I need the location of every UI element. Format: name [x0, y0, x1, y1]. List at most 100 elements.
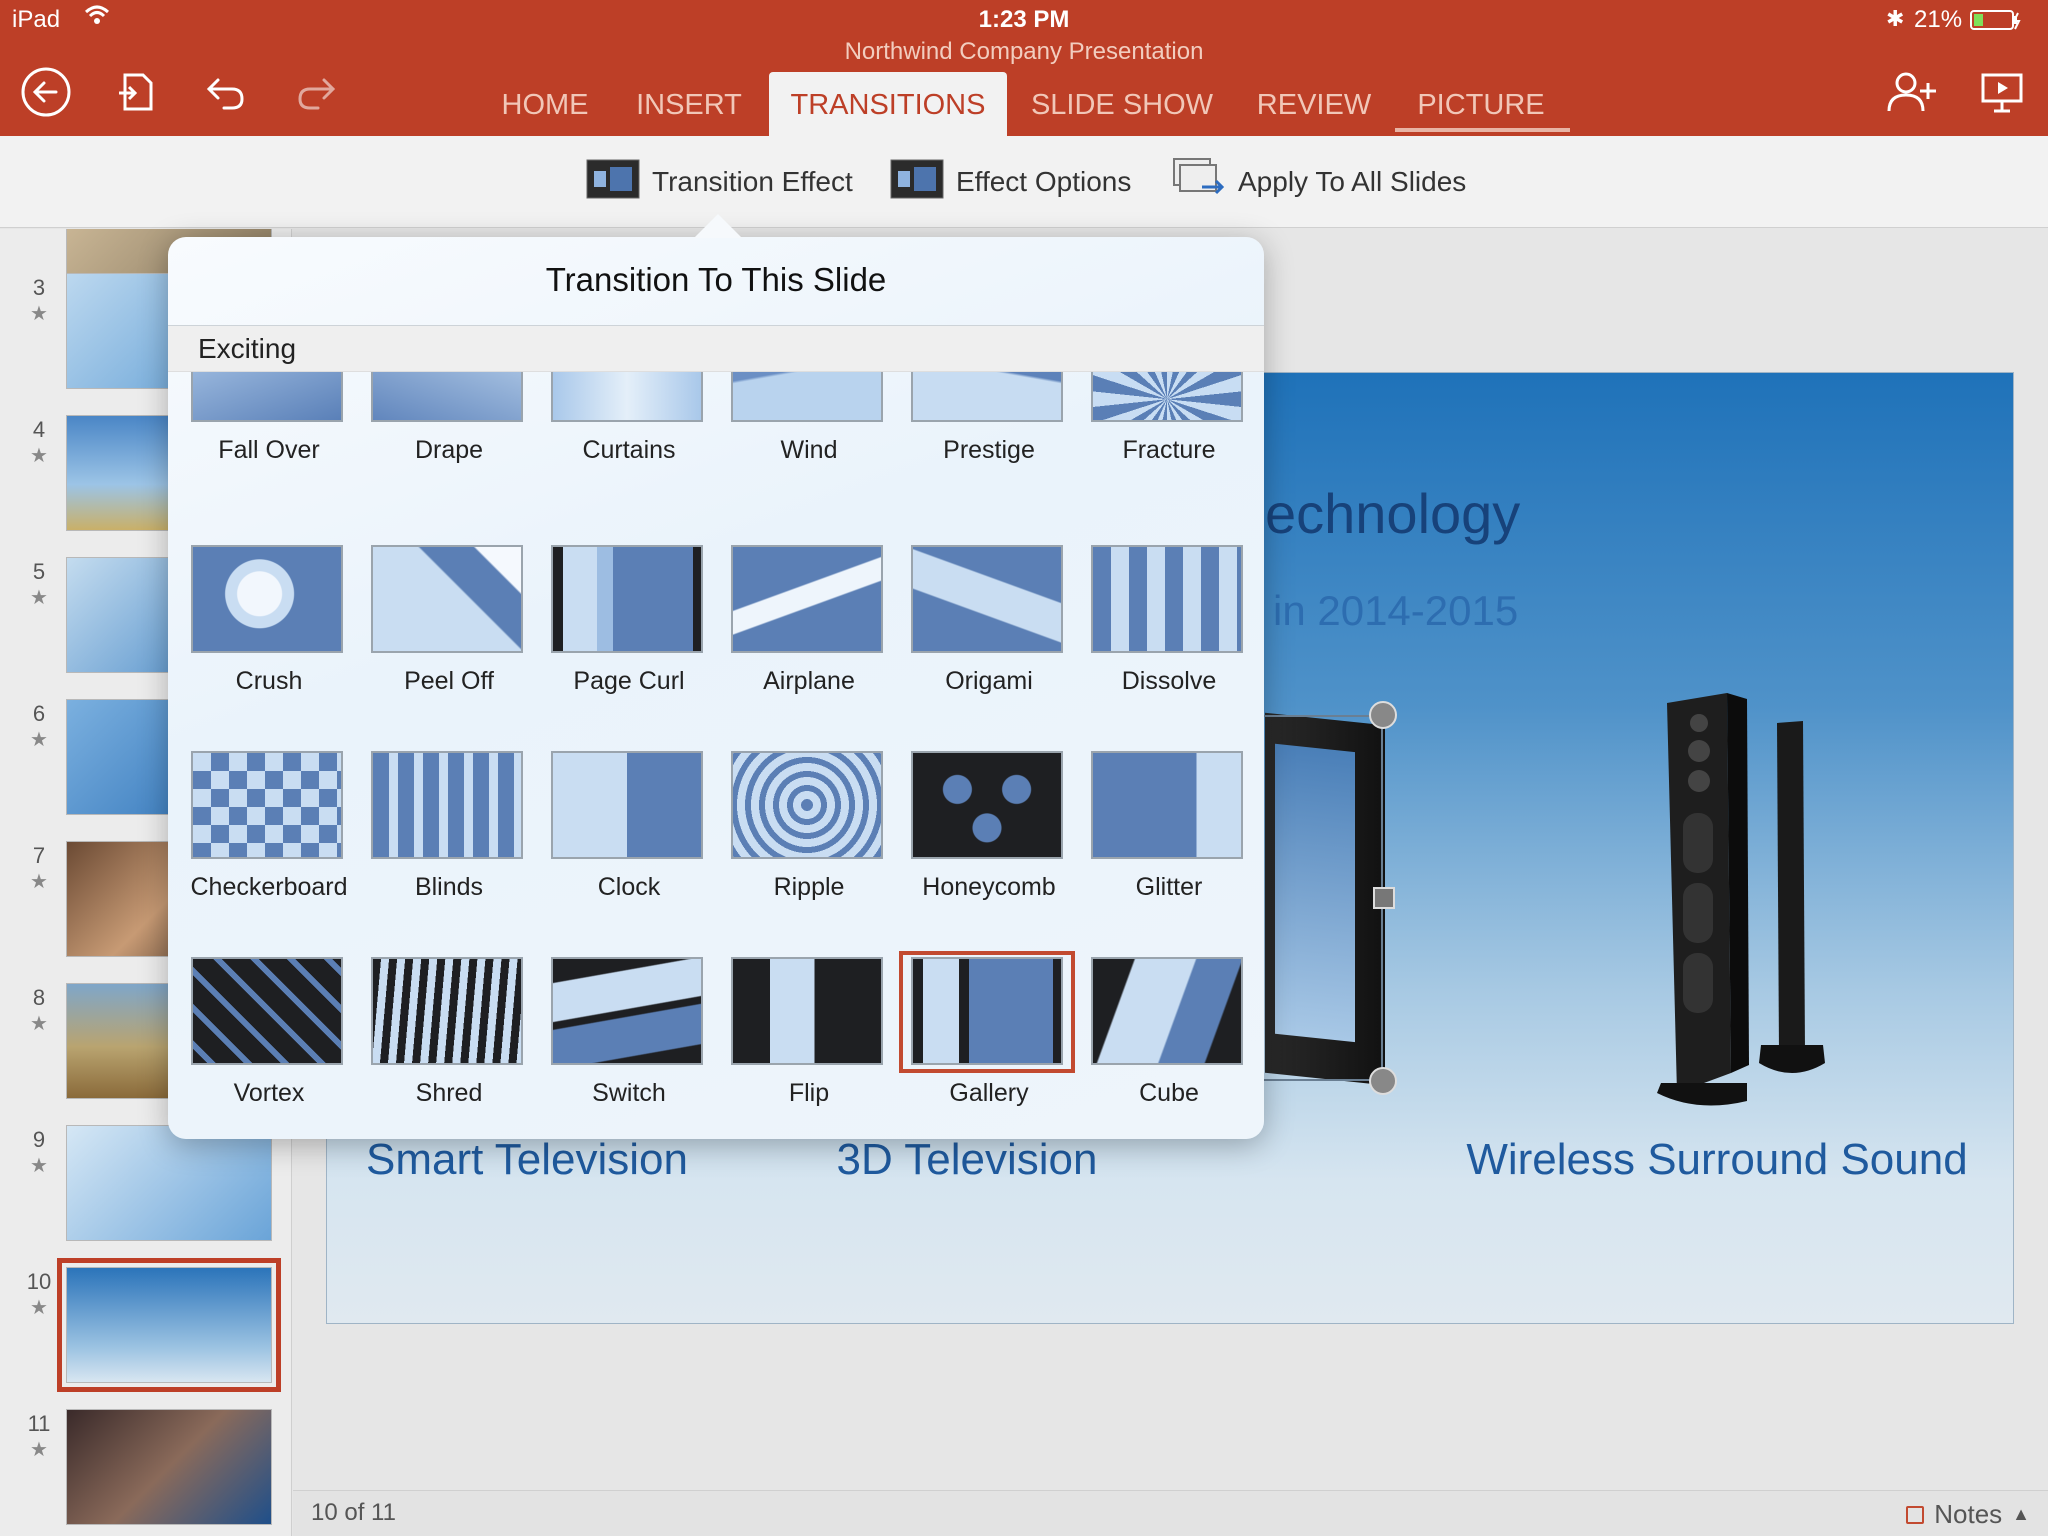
- transition-effect-button[interactable]: Transition Effect: [586, 158, 853, 206]
- redo-icon: [298, 78, 336, 110]
- apply-to-all-button[interactable]: Apply To All Slides: [1172, 157, 1467, 208]
- transition-label: Peel Off: [404, 667, 494, 695]
- product-label-3d-tv[interactable]: 3D Television: [767, 1135, 1167, 1185]
- transition-label: Page Curl: [573, 667, 685, 695]
- transition-label: Airplane: [763, 667, 855, 695]
- product-label-smart-tv[interactable]: Smart Television: [357, 1135, 697, 1185]
- shred-preview: [371, 957, 523, 1065]
- section-header: Exciting: [168, 326, 1264, 372]
- notes-label: Notes: [1934, 1499, 2003, 1529]
- slide-thumbnail-10[interactable]: [57, 1258, 281, 1392]
- status-footer: 10 of 11 Notes ▲: [293, 1490, 2048, 1536]
- peel-off-preview: [371, 545, 523, 653]
- slide-number: 6: [32, 701, 46, 726]
- transition-effect-icon: [586, 159, 640, 206]
- transition-label: Origami: [945, 667, 1033, 695]
- transition-star-icon: ★: [30, 445, 48, 467]
- product-label-surround-sound[interactable]: Wireless Surround Sound: [1457, 1135, 1977, 1185]
- flip-preview: [731, 957, 883, 1065]
- share-button[interactable]: [1884, 64, 1940, 120]
- drape-preview: [371, 372, 523, 422]
- resize-handle[interactable]: [1369, 1067, 1397, 1095]
- transition-star-icon: ★: [30, 729, 48, 751]
- transition-label: Vortex: [233, 1079, 305, 1107]
- transition-label: Drape: [414, 436, 484, 464]
- transition-label: Crush: [235, 667, 303, 695]
- slide-thumbnail-9[interactable]: [66, 1125, 272, 1241]
- resize-handle[interactable]: [1373, 887, 1395, 909]
- redo-button[interactable]: [288, 64, 344, 120]
- caret-up-icon: ▲: [2012, 1504, 2030, 1524]
- transition-label: Honeycomb: [922, 873, 1056, 901]
- status-time: 1:23 PM: [978, 6, 1070, 33]
- transition-label: Prestige: [943, 436, 1035, 464]
- transition-star-icon: ★: [30, 871, 48, 893]
- slide-number: 3: [32, 275, 46, 300]
- slide-number: 7: [32, 843, 46, 868]
- undo-button[interactable]: [198, 64, 254, 120]
- slide-thumbnail-11[interactable]: [66, 1409, 272, 1525]
- back-button[interactable]: [18, 64, 74, 120]
- clock-preview: [551, 751, 703, 859]
- tab-review[interactable]: REVIEW: [1252, 72, 1376, 136]
- curtains-preview: [551, 372, 703, 422]
- transitions-ribbon: Transition Effect Effect Options Apply T…: [0, 136, 2048, 228]
- picture-tab-indicator: [1395, 128, 1570, 132]
- slide-counter: 10 of 11: [311, 1499, 396, 1526]
- popover-arrow: [694, 214, 742, 238]
- transition-effect-label: Transition Effect: [652, 166, 853, 197]
- tab-insert[interactable]: INSERT: [628, 72, 750, 136]
- transition-label: Fracture: [1122, 436, 1216, 464]
- notes-button[interactable]: Notes ▲: [1906, 1499, 2030, 1530]
- app-header: iPad 1:23 PM ✱ 21% Northwind Company Pre…: [0, 0, 2048, 136]
- bluetooth-icon: ✱: [1886, 6, 1905, 31]
- transition-label: Clock: [597, 873, 661, 901]
- add-person-icon: [1887, 72, 1936, 112]
- popover-title: Transition To This Slide: [545, 261, 887, 298]
- apply-all-icon: [1172, 157, 1226, 208]
- transition-star-icon: ★: [30, 1155, 48, 1177]
- transition-label: Blinds: [414, 873, 484, 901]
- slide-number: 10: [26, 1269, 52, 1294]
- tab-transitions[interactable]: TRANSITIONS: [769, 72, 1007, 136]
- page-curl-preview: [551, 545, 703, 653]
- transition-label: Glitter: [1135, 873, 1203, 901]
- transition-label: Switch: [592, 1079, 666, 1107]
- transition-label: Fall Over: [218, 436, 320, 464]
- airplane-preview: [731, 545, 883, 653]
- blinds-preview: [371, 751, 523, 859]
- transition-label: Flip: [788, 1079, 830, 1107]
- present-icon: [1981, 73, 2023, 113]
- tab-picture[interactable]: PICTURE: [1408, 72, 1554, 136]
- fracture-preview: [1091, 372, 1243, 422]
- speaker-image[interactable]: [1647, 693, 1847, 1113]
- wind-preview: [731, 372, 883, 422]
- slide-number: 5: [32, 559, 46, 584]
- slide-title[interactable]: echnology: [1265, 481, 1520, 546]
- resize-handle[interactable]: [1369, 701, 1397, 729]
- transition-label: Dissolve: [1121, 667, 1217, 695]
- file-icon: [119, 73, 153, 111]
- dissolve-preview: [1091, 545, 1243, 653]
- file-button[interactable]: [108, 64, 164, 120]
- slide-subtitle[interactable]: in 2014-2015: [1273, 587, 1518, 635]
- switch-preview: [551, 957, 703, 1065]
- effect-options-button[interactable]: Effect Options: [890, 158, 1131, 206]
- effect-options-label: Effect Options: [956, 166, 1132, 197]
- checkerboard-preview: [191, 751, 343, 859]
- glitter-preview: [1091, 751, 1243, 859]
- battery-icon: [1970, 9, 2022, 38]
- effect-options-icon: [890, 159, 944, 206]
- tab-home[interactable]: HOME: [490, 72, 600, 136]
- tab-slide-show[interactable]: SLIDE SHOW: [1024, 72, 1220, 136]
- apply-to-all-label: Apply To All Slides: [1238, 166, 1467, 197]
- transition-star-icon: ★: [30, 587, 48, 609]
- slide-number: 4: [32, 417, 46, 442]
- transition-label: Ripple: [773, 873, 845, 901]
- powerpoint-app: iPad 1:23 PM ✱ 21% Northwind Company Pre…: [0, 0, 2048, 1536]
- transition-label: Checkerboard: [190, 873, 348, 901]
- notes-icon: [1906, 1505, 1925, 1524]
- transition-label: Wind: [780, 436, 838, 464]
- present-button[interactable]: [1974, 64, 2030, 120]
- transition-star-icon: ★: [30, 1439, 48, 1461]
